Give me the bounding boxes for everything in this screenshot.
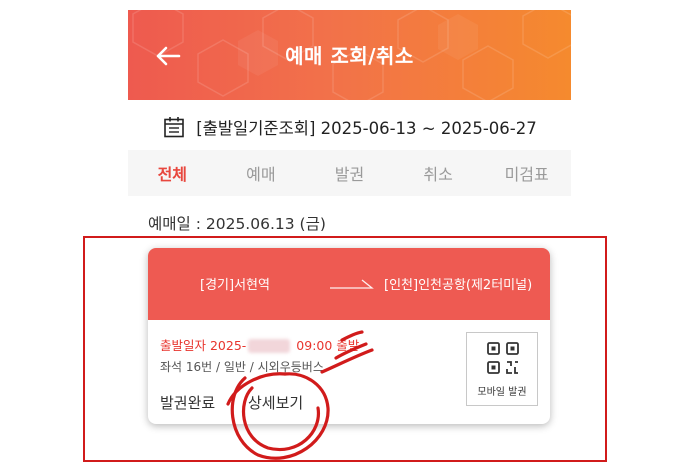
arrival-terminal: [인천]인천공항(제2터미널) (384, 278, 533, 293)
header-bar: 예매 조회/취소 (128, 10, 571, 100)
route-banner: [경기]서현역 [인천]인천공항(제2터미널) (148, 248, 550, 320)
detail-view-button[interactable]: 상세보기 (248, 392, 303, 413)
tab-issued[interactable]: 발권 (305, 150, 394, 196)
seat-info: 좌석 16번 / 일반 / 시외우등버스 (160, 360, 324, 374)
tab-unchecked[interactable]: 미검표 (482, 150, 571, 196)
route-arrow-icon (330, 279, 374, 289)
redacted-date (248, 338, 291, 353)
status-tabs: 전체 예매 발권 취소 미검표 (128, 150, 571, 196)
tab-all[interactable]: 전체 (128, 150, 217, 196)
departure-date-prefix: 출발일자 2025- (160, 338, 247, 353)
mobile-ticket-label: 모바일 발권 (477, 387, 527, 398)
tab-cancelled[interactable]: 취소 (394, 150, 483, 196)
mobile-ticket-button[interactable]: 모바일 발권 (466, 332, 538, 406)
tab-reserved[interactable]: 예매 (217, 150, 306, 196)
calendar-icon (164, 117, 185, 138)
departure-datetime: 출발일자 2025- 09:00 출발 (160, 335, 359, 355)
page-title: 예매 조회/취소 (285, 44, 414, 68)
reservation-date: 예매일 : 2025.06.13 (금) (148, 215, 326, 233)
departure-terminal: [경기]서현역 (200, 278, 270, 293)
date-range-text: [출발일기준조회] 2025-06-13 ~ 2025-06-27 (196, 119, 537, 138)
qr-code-icon (487, 342, 519, 374)
departure-time: 09:00 출발 (296, 338, 360, 353)
date-range-filter[interactable]: [출발일기준조회] 2025-06-13 ~ 2025-06-27 (128, 112, 571, 142)
ticket-status: 발권완료 (160, 394, 216, 412)
ticket-card[interactable]: [경기]서현역 [인천]인천공항(제2터미널) 출발일자 2025- 09:00 … (148, 248, 550, 424)
